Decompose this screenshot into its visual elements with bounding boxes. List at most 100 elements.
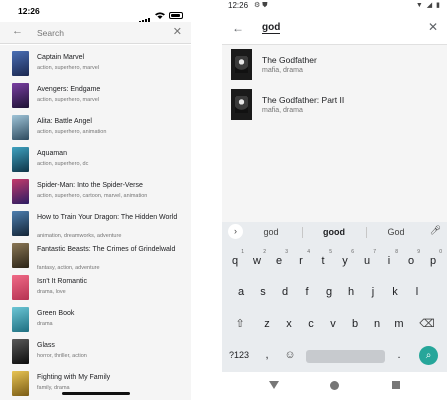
android-status-bar: 12:26 ⚙ ⛊ ▼ ◢ ▮ bbox=[222, 0, 447, 12]
back-arrow-icon[interactable]: ← bbox=[12, 25, 23, 37]
key-q[interactable]: q1 bbox=[224, 249, 246, 271]
list-item[interactable]: Fighting with My Family family, drama bbox=[0, 368, 191, 400]
microphone-icon[interactable]: 🎤︎ bbox=[430, 225, 441, 236]
status-time: 12:26 bbox=[18, 6, 40, 16]
item-title: Green Book bbox=[37, 310, 75, 317]
key-s[interactable]: s bbox=[252, 282, 274, 302]
key-k[interactable]: k bbox=[384, 282, 406, 302]
shield-icon: ⛊ bbox=[262, 2, 268, 9]
search-input[interactable]: god bbox=[262, 22, 281, 34]
key-o[interactable]: o9 bbox=[400, 249, 422, 271]
poster-image bbox=[12, 339, 29, 364]
key-n[interactable]: n bbox=[366, 314, 388, 334]
item-tags: mafia, drama bbox=[262, 107, 303, 114]
emoji-icon[interactable]: ☺ bbox=[280, 345, 300, 365]
list-item[interactable]: Avengers: Endgame action, superhero, mar… bbox=[0, 80, 191, 112]
key-z[interactable]: z bbox=[256, 314, 278, 334]
backspace-icon[interactable]: ⌫ bbox=[415, 314, 439, 334]
item-title: Glass bbox=[37, 342, 55, 349]
back-arrow-icon[interactable]: ← bbox=[232, 21, 244, 35]
item-title: Alita: Battle Angel bbox=[37, 118, 92, 125]
key-y[interactable]: y6 bbox=[334, 249, 356, 271]
key-a[interactable]: a bbox=[230, 282, 252, 302]
list-item[interactable]: Glass horror, thriller, action bbox=[0, 336, 191, 368]
key-r[interactable]: r4 bbox=[290, 249, 312, 271]
key-f[interactable]: f bbox=[296, 282, 318, 302]
status-time: 12:26 bbox=[228, 1, 249, 10]
nav-recents-icon[interactable] bbox=[392, 381, 400, 389]
search-input[interactable] bbox=[37, 26, 157, 40]
wifi-icon: ▼ bbox=[415, 2, 424, 9]
symbols-key[interactable]: ?123 bbox=[224, 345, 254, 365]
list-item[interactable]: Aquaman action, superhero, dc bbox=[0, 144, 191, 176]
comma-key[interactable]: , bbox=[260, 345, 274, 365]
close-icon[interactable]: ✕ bbox=[173, 25, 182, 38]
item-title: Captain Marvel bbox=[37, 54, 85, 61]
list-item[interactable]: Fantastic Beasts: The Crimes of Grindelw… bbox=[0, 240, 191, 272]
notification-icons: ⚙ ⛊ bbox=[254, 1, 267, 10]
close-icon[interactable]: ✕ bbox=[428, 20, 438, 34]
key-m[interactable]: m bbox=[388, 314, 410, 334]
list-item[interactable]: The Godfather mafia, drama bbox=[222, 46, 447, 86]
suggestion-god[interactable]: god bbox=[241, 227, 301, 237]
ios-status-bar: 12:26 bbox=[0, 0, 191, 24]
key-d[interactable]: d bbox=[274, 282, 296, 302]
poster-image bbox=[12, 243, 29, 268]
battery-icon: ▮ bbox=[436, 2, 441, 9]
search-results: The Godfather mafia, drama The Godfather… bbox=[222, 45, 447, 222]
search-icon[interactable]: ⌕ bbox=[419, 346, 438, 365]
list-item[interactable]: Alita: Battle Angel action, superhero, a… bbox=[0, 112, 191, 144]
item-title: Isn't It Romantic bbox=[37, 278, 87, 285]
item-tags: action, superhero, dc bbox=[37, 161, 89, 167]
list-item[interactable]: Isn't It Romantic drama, love bbox=[0, 272, 191, 304]
space-bar[interactable] bbox=[306, 350, 385, 363]
key-l[interactable]: l bbox=[406, 282, 428, 302]
key-j[interactable]: j bbox=[362, 282, 384, 302]
item-tags: mafia, drama bbox=[262, 67, 303, 74]
item-tags: action, superhero, animation bbox=[37, 129, 107, 135]
list-item[interactable]: How to Train Your Dragon: The Hidden Wor… bbox=[0, 208, 191, 240]
poster-image bbox=[12, 115, 29, 140]
period-key[interactable]: . bbox=[392, 345, 406, 365]
key-c[interactable]: c bbox=[300, 314, 322, 334]
item-title: Spider-Man: Into the Spider-Verse bbox=[37, 182, 143, 189]
key-i[interactable]: i8 bbox=[378, 249, 400, 271]
key-h[interactable]: h bbox=[340, 282, 362, 302]
screen-gap bbox=[191, 0, 222, 400]
ios-search-bar: ← ✕ bbox=[0, 22, 191, 44]
item-tags: drama bbox=[37, 321, 53, 327]
nav-back-icon[interactable] bbox=[269, 381, 279, 389]
item-title: Fighting with My Family bbox=[37, 374, 111, 381]
item-tags: action, superhero, marvel bbox=[37, 65, 100, 71]
list-item[interactable]: The Godfather: Part II mafia, drama bbox=[222, 86, 447, 126]
divider bbox=[302, 227, 303, 238]
poster-image bbox=[12, 147, 29, 172]
key-e[interactable]: e3 bbox=[268, 249, 290, 271]
list-item[interactable]: Captain Marvel action, superhero, marvel bbox=[0, 48, 191, 80]
suggestion-strip: › god good God 🎤︎ bbox=[222, 222, 447, 244]
key-w[interactable]: w2 bbox=[246, 249, 268, 271]
key-g[interactable]: g bbox=[318, 282, 340, 302]
poster-image bbox=[12, 275, 29, 300]
item-title: Aquaman bbox=[37, 150, 67, 157]
key-p[interactable]: p0 bbox=[422, 249, 444, 271]
key-x[interactable]: x bbox=[278, 314, 300, 334]
item-tags: drama, love bbox=[37, 289, 66, 295]
system-icons: ▼ ◢ ▮ bbox=[416, 1, 441, 9]
key-b[interactable]: b bbox=[344, 314, 366, 334]
movie-list: Captain Marvel action, superhero, marvel… bbox=[0, 45, 191, 400]
key-t[interactable]: t5 bbox=[312, 249, 334, 271]
poster-image bbox=[12, 371, 29, 396]
nav-home-icon[interactable] bbox=[330, 381, 339, 390]
suggestion-good[interactable]: good bbox=[304, 227, 364, 237]
battery-icon bbox=[169, 11, 183, 19]
key-u[interactable]: u7 bbox=[356, 249, 378, 271]
key-v[interactable]: v bbox=[322, 314, 344, 334]
poster-image bbox=[231, 89, 252, 120]
ios-screen: 12:26 ← ✕ Captain Marvel action, superhe… bbox=[0, 0, 191, 400]
home-indicator[interactable] bbox=[62, 392, 130, 395]
list-item[interactable]: Green Book drama bbox=[0, 304, 191, 336]
suggestion-god-capital[interactable]: God bbox=[366, 227, 426, 237]
shift-icon[interactable]: ⇧ bbox=[228, 314, 252, 334]
list-item[interactable]: Spider-Man: Into the Spider-Verse action… bbox=[0, 176, 191, 208]
